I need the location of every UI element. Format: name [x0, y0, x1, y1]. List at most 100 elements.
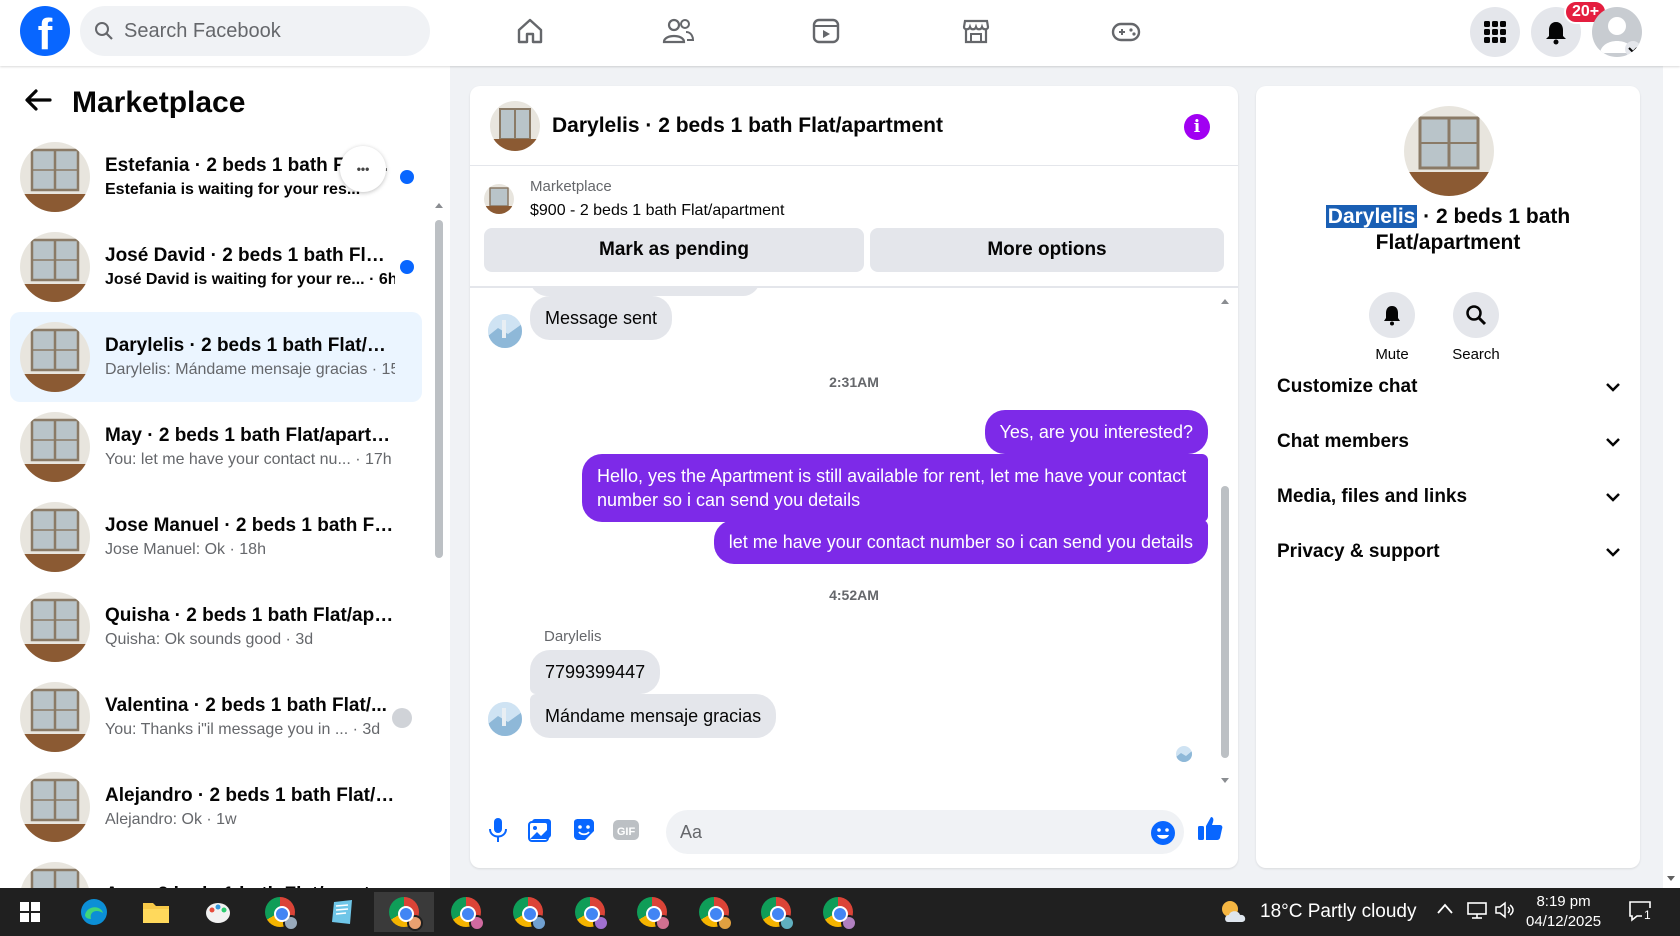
- conversation-preview: Jose Manuel: Ok · 18h: [105, 541, 266, 558]
- info-icon[interactable]: i: [1184, 114, 1210, 140]
- media-files-links-section[interactable]: Media, files and links: [1277, 486, 1621, 508]
- chrome-icon[interactable]: [252, 892, 308, 932]
- conversation-preview: Darylelis: Mándame mensaje gracias · 15h: [105, 361, 395, 378]
- windows-taskbar: 18°C Partly cloudy 8:19 pm 04/12/2025 1: [0, 888, 1680, 936]
- seen-avatar-icon: [392, 708, 412, 728]
- list-scrollbar[interactable]: [434, 200, 444, 888]
- mute-button[interactable]: Mute: [1352, 292, 1432, 363]
- friends-icon[interactable]: [648, 8, 708, 54]
- chat-title[interactable]: Darylelis · 2 beds 1 bath Flat/apartment: [552, 114, 943, 138]
- chevron-down-icon: [1606, 383, 1620, 392]
- outgoing-message: let me have your contact number so i can…: [713, 520, 1208, 564]
- listing-thumbnail[interactable]: [484, 184, 514, 214]
- conversation-preview: You: let me have your contact nu... · 17…: [105, 451, 392, 468]
- chrome-profile-icon[interactable]: [748, 892, 804, 932]
- conversation-thumbnail: [20, 862, 90, 888]
- tray-chevron-up-icon[interactable]: [1436, 902, 1454, 921]
- photo-icon[interactable]: [526, 816, 554, 844]
- search-icon: [95, 22, 113, 40]
- conversation-title: Darylelis · 2 beds 1 bath Flat/apa...: [105, 335, 395, 356]
- chrome-profile-icon[interactable]: [810, 892, 866, 932]
- conversation-preview: José David is waiting for your re... · 6…: [105, 271, 395, 288]
- chrome-profile-icon[interactable]: [374, 892, 434, 932]
- top-navigation-bar: f Search Facebook 20+: [0, 0, 1680, 66]
- conversation-item[interactable]: Estefania · 2 beds 1 bath Flat/... Estefa…: [10, 132, 422, 222]
- message-sent-bubble: Message sent: [530, 296, 673, 340]
- chevron-down-icon: [1606, 438, 1620, 447]
- file-explorer-icon[interactable]: [128, 892, 184, 932]
- conversation-thumbnail: [20, 592, 90, 662]
- clock[interactable]: 8:19 pm 04/12/2025: [1526, 892, 1601, 932]
- search-conversation-button[interactable]: Search: [1436, 292, 1516, 363]
- sender-avatar: [488, 314, 522, 348]
- network-icon[interactable]: [1466, 900, 1488, 925]
- conversation-item[interactable]: Darylelis · 2 beds 1 bath Flat/apa... Dar…: [10, 312, 422, 402]
- privacy-support-section[interactable]: Privacy & support: [1277, 541, 1621, 563]
- mark-as-pending-button[interactable]: Mark as pending: [484, 228, 864, 272]
- conversation-thumbnail: [20, 322, 90, 392]
- conversation-thumbnail: [20, 142, 90, 212]
- gif-icon[interactable]: GIF: [612, 816, 640, 844]
- conversation-item[interactable]: José David · 2 beds 1 bath Flat... José D…: [10, 222, 422, 312]
- like-thumbs-up-icon[interactable]: [1196, 814, 1224, 842]
- back-arrow-icon[interactable]: [24, 86, 52, 120]
- chrome-profile-icon[interactable]: [438, 892, 494, 932]
- sticker-icon[interactable]: [570, 816, 598, 844]
- conversation-item[interactable]: Alejandro · 2 beds 1 bath Flat/ap... Alej…: [10, 762, 422, 852]
- emoji-icon[interactable]: [1150, 820, 1176, 846]
- chat-avatar[interactable]: [490, 100, 540, 151]
- customize-chat-section[interactable]: Customize chat: [1277, 376, 1621, 398]
- message-input[interactable]: Aa: [666, 810, 1184, 854]
- sender-avatar: [488, 702, 522, 736]
- marketplace-icon[interactable]: [946, 8, 1006, 54]
- chrome-profile-icon[interactable]: [686, 892, 742, 932]
- facebook-logo-icon[interactable]: f: [20, 6, 70, 56]
- gaming-icon[interactable]: [1096, 8, 1156, 54]
- edge-browser-icon[interactable]: [66, 892, 122, 932]
- timestamp: 2:31AM: [829, 374, 879, 390]
- chrome-profile-icon[interactable]: [624, 892, 680, 932]
- more-actions-icon[interactable]: •••: [340, 146, 386, 192]
- svg-text:GIF: GIF: [617, 826, 636, 838]
- listing-avatar[interactable]: [1404, 106, 1494, 196]
- window-scrollbar[interactable]: [1663, 66, 1680, 888]
- listing-card: Marketplace $900 - 2 beds 1 bath Flat/ap…: [484, 178, 1224, 278]
- conversation-title: Alejandro · 2 beds 1 bath Flat/ap...: [105, 785, 395, 806]
- conversation-title: Valentina · 2 beds 1 bath Flat/...: [105, 695, 387, 716]
- weather-widget[interactable]: 18°C Partly cloudy: [1218, 898, 1417, 926]
- video-icon[interactable]: [796, 8, 856, 54]
- chrome-profile-icon[interactable]: [500, 892, 556, 932]
- notification-center-icon[interactable]: 1: [1628, 900, 1658, 924]
- more-options-button[interactable]: More options: [870, 228, 1224, 272]
- notepad-app-icon[interactable]: [314, 892, 370, 932]
- profile-avatar[interactable]: [1592, 7, 1642, 57]
- outgoing-message: Hello, yes the Apartment is still availa…: [582, 454, 1208, 522]
- chrome-profile-icon[interactable]: [562, 892, 618, 932]
- conversation-info-panel: Darylelis · 2 beds 1 bath Flat/apartment…: [1256, 86, 1640, 868]
- conversation-item[interactable]: Ans · 2 beds 1 bath Flat/apartme...: [10, 852, 422, 888]
- conversation-item[interactable]: May · 2 beds 1 bath Flat/apartm... You: l…: [10, 402, 422, 492]
- chat-scrollbar[interactable]: [1220, 296, 1230, 806]
- chat-members-section[interactable]: Chat members: [1277, 431, 1621, 453]
- volume-icon[interactable]: [1494, 900, 1516, 925]
- microphone-icon[interactable]: [484, 816, 512, 844]
- home-icon[interactable]: [500, 8, 560, 54]
- conversation-item[interactable]: Jose Manuel · 2 beds 1 bath Flat... Jose …: [10, 492, 422, 582]
- conversation-item[interactable]: Quisha · 2 beds 1 bath Flat/apart... Quis…: [10, 582, 422, 672]
- conversation-thumbnail: [20, 772, 90, 842]
- message-composer: GIF Aa: [470, 798, 1238, 868]
- partly-cloudy-icon: [1222, 901, 1246, 922]
- conversation-thumbnail: [20, 412, 90, 482]
- conversation-list: Estefania · 2 beds 1 bath Flat/... Estefa…: [10, 132, 422, 888]
- menu-grid-icon[interactable]: [1470, 7, 1520, 57]
- search-input[interactable]: Search Facebook: [80, 6, 430, 56]
- paint-app-icon[interactable]: [190, 892, 246, 932]
- windows-start-icon[interactable]: [2, 892, 58, 932]
- name-highlight: Darylelis: [1325, 205, 1418, 228]
- marketplace-header: Marketplace: [24, 86, 245, 120]
- conversation-item[interactable]: Valentina · 2 beds 1 bath Flat/... You: T…: [10, 672, 422, 762]
- listing-title[interactable]: $900 - 2 beds 1 bath Flat/apartment: [530, 202, 784, 220]
- search-placeholder: Search Facebook: [124, 19, 281, 42]
- conversation-preview: You: Thanks i"il message you in ... · 3d: [105, 721, 381, 738]
- mute-bell-icon: [1369, 292, 1415, 338]
